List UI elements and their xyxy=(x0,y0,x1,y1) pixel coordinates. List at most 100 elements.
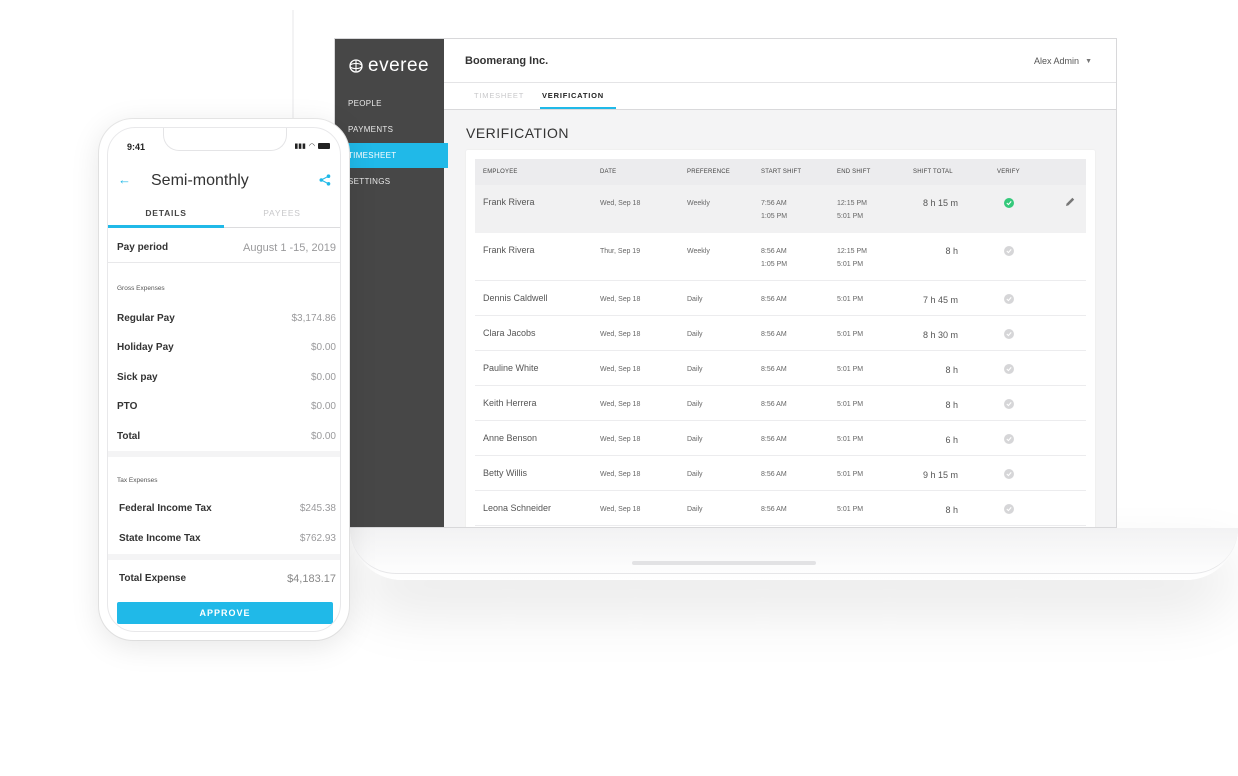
expense-value: $0.00 xyxy=(310,401,336,412)
employee-name: Frank Rivera xyxy=(483,197,535,207)
section-separator xyxy=(108,451,340,457)
expense-label: Federal Income Tax xyxy=(119,503,212,514)
tab-payees[interactable]: PAYEES xyxy=(224,208,340,218)
unverified-check-icon[interactable] xyxy=(1004,246,1014,256)
unverified-check-icon[interactable] xyxy=(1004,294,1014,304)
pay-preference: Daily xyxy=(687,296,703,303)
share-icon[interactable] xyxy=(319,174,331,186)
shift-date: Thur, Sep 19 xyxy=(600,248,641,255)
table-row[interactable]: Anne Benson Wed, Sep 18 Daily 8:56 AM 5:01 P… xyxy=(475,421,1086,456)
shift-total: 9 h 15 m xyxy=(922,470,958,480)
expense-value: $762.93 xyxy=(299,533,336,544)
table-row[interactable]: Frank Rivera Thur, Sep 19 Weekly 8:56 AM 12:… xyxy=(475,233,1086,281)
shift-date: Wed, Sep 18 xyxy=(600,436,641,443)
start-shift: 8:56 AM xyxy=(761,296,787,303)
shift-total: 8 h xyxy=(945,505,958,515)
column-header-employee[interactable]: EMPLOYEE xyxy=(483,169,518,175)
employee-name: Clara Jacobs xyxy=(483,328,536,338)
tab-timesheet[interactable]: TIMESHEET xyxy=(474,91,524,100)
start-shift: 8:56 AM xyxy=(761,436,787,443)
column-header-verify[interactable]: VERIFY xyxy=(997,169,1020,175)
shift-total: 6 h xyxy=(945,435,958,445)
phone-notch xyxy=(163,128,287,151)
table-row[interactable]: Dennis Caldwell Wed, Sep 18 Daily 8:56 AM 5:… xyxy=(475,281,1086,316)
approve-button[interactable]: APPROVE xyxy=(117,602,333,624)
tab-details[interactable]: DETAILS xyxy=(108,208,224,218)
table-row[interactable]: Betty Willis Wed, Sep 18 Daily 8:56 AM 5:01 … xyxy=(475,456,1086,491)
tax-expenses-heading: Tax Expenses xyxy=(117,477,158,484)
battery-icon xyxy=(318,143,330,149)
shift-total: 8 h 30 m xyxy=(922,330,958,340)
expense-value: $0.00 xyxy=(310,372,336,383)
back-arrow-icon[interactable]: ← xyxy=(118,172,131,187)
end-shift: 5:01 PM xyxy=(837,436,864,443)
table-row[interactable]: Pauline White Wed, Sep 18 Daily 8:56 AM 5:01… xyxy=(475,351,1086,386)
expense-label: Total xyxy=(117,431,141,442)
sidebar-item-payments[interactable]: PAYMENTS xyxy=(335,117,448,142)
sidebar-item-people[interactable]: PEOPLE xyxy=(335,91,448,116)
verified-check-icon[interactable] xyxy=(1004,198,1014,208)
expense-value: $3,174.86 xyxy=(291,313,337,324)
end-shift: 5:01 PM xyxy=(837,506,864,513)
signal-icon: ▮▮▮ xyxy=(294,143,306,150)
end-shift-second: 5:01 PM xyxy=(837,213,864,220)
table-row[interactable]: Frank Rivera Wed, Sep 18 Weekly 7:56 AM 12:1… xyxy=(475,185,1086,233)
shift-date: Wed, Sep 18 xyxy=(600,296,641,303)
laptop-base-edge xyxy=(350,528,1238,574)
sidebar-item-settings[interactable]: SETTINGS xyxy=(335,169,448,194)
pay-preference: Daily xyxy=(687,401,703,408)
table-row[interactable]: Keith Herrera Wed, Sep 18 Daily 8:56 AM 5:01… xyxy=(475,386,1086,421)
end-shift: 5:01 PM xyxy=(837,296,864,303)
expense-label: Holiday Pay xyxy=(117,342,174,353)
sidebar-item-timesheet[interactable]: TIMESHEET xyxy=(335,143,448,168)
start-shift: 8:56 AM xyxy=(761,331,787,338)
unverified-check-icon[interactable] xyxy=(1004,399,1014,409)
tab-verification[interactable]: VERIFICATION xyxy=(542,91,604,100)
table-row[interactable]: Leona Schneider Wed, Sep 18 Daily 8:56 AM 5:… xyxy=(475,491,1086,526)
unverified-check-icon[interactable] xyxy=(1004,434,1014,444)
unverified-check-icon[interactable] xyxy=(1004,364,1014,374)
pay-preference: Daily xyxy=(687,506,703,513)
total-expense-label: Total Expense xyxy=(119,573,187,584)
brand-logo[interactable]: everee xyxy=(349,55,429,77)
edit-pencil-icon[interactable] xyxy=(1064,196,1076,208)
employee-name: Leona Schneider xyxy=(483,503,552,513)
unverified-check-icon[interactable] xyxy=(1004,504,1014,514)
shift-date: Wed, Sep 18 xyxy=(600,401,641,408)
column-header-shift-total[interactable]: SHIFT TOTAL xyxy=(913,169,953,175)
table-header: EMPLOYEE DATE PREFERENCE START SHIFT END… xyxy=(475,159,1086,185)
unverified-check-icon[interactable] xyxy=(1004,329,1014,339)
start-shift: 8:56 AM xyxy=(761,506,787,513)
status-time: 9:41 xyxy=(127,142,146,152)
divider xyxy=(108,262,340,263)
column-header-start-shift[interactable]: START SHIFT xyxy=(761,169,801,175)
column-header-preference[interactable]: PREFERENCE xyxy=(687,169,730,175)
expense-value: $0.00 xyxy=(310,342,336,353)
shift-total: 8 h 15 m xyxy=(922,198,958,208)
expense-label: State Income Tax xyxy=(119,533,201,544)
verification-table: EMPLOYEE DATE PREFERENCE START SHIFT END… xyxy=(466,150,1095,527)
table-row[interactable]: Clara Jacobs Wed, Sep 18 Daily 8:56 AM 5:01 … xyxy=(475,316,1086,351)
start-shift: 7:56 AM xyxy=(761,200,787,207)
expense-label: Regular Pay xyxy=(117,313,175,324)
employee-name: Keith Herrera xyxy=(483,398,537,408)
wifi-icon: ◠ xyxy=(308,143,315,150)
total-expense-value: $4,183.17 xyxy=(287,573,336,585)
active-tab-indicator xyxy=(540,107,616,109)
end-shift: 5:01 PM xyxy=(837,366,864,373)
pay-period-label: Pay period xyxy=(117,242,169,253)
column-header-date[interactable]: DATE xyxy=(600,169,616,175)
end-shift-second: 5:01 PM xyxy=(837,261,864,268)
status-icons: ▮▮▮ ◠ xyxy=(294,142,330,150)
end-shift: 12:15 PM xyxy=(837,248,867,255)
shift-total: 8 h xyxy=(945,400,958,410)
user-menu[interactable]: Alex Admin ▼ xyxy=(1034,56,1092,66)
shift-date: Wed, Sep 18 xyxy=(600,366,641,373)
shift-date: Wed, Sep 18 xyxy=(600,200,641,207)
shift-date: Wed, Sep 18 xyxy=(600,331,641,338)
column-header-end-shift[interactable]: END SHIFT xyxy=(837,169,870,175)
start-shift: 8:56 AM xyxy=(761,471,787,478)
shift-date: Wed, Sep 18 xyxy=(600,471,641,478)
unverified-check-icon[interactable] xyxy=(1004,469,1014,479)
end-shift: 5:01 PM xyxy=(837,331,864,338)
